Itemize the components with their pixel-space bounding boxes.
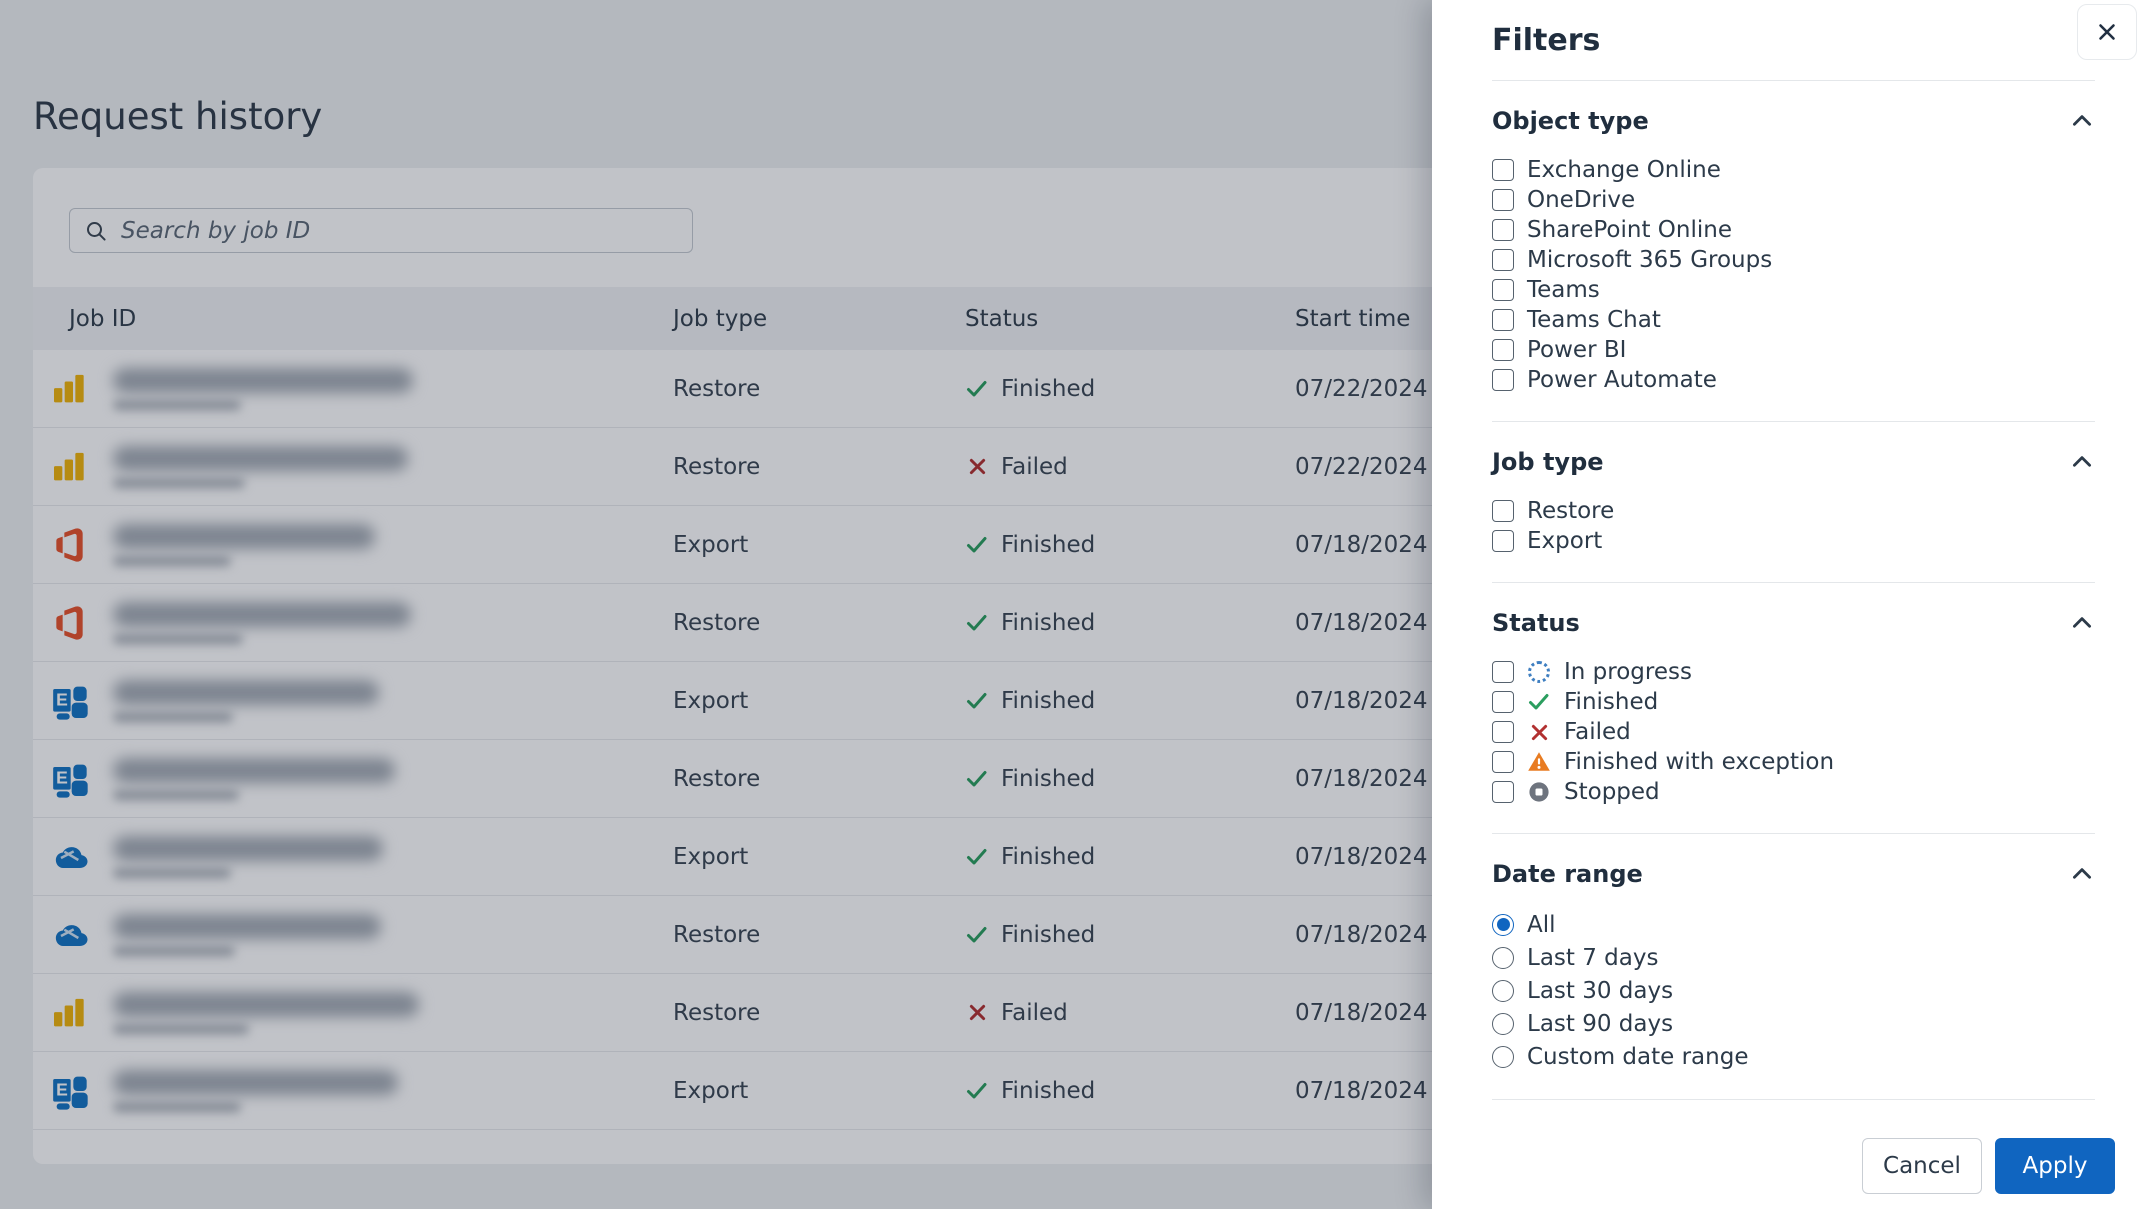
section-title: Object type	[1492, 107, 1649, 135]
option-label: Last 30 days	[1527, 977, 1674, 1004]
section-title: Status	[1492, 609, 1580, 637]
apply-button[interactable]: Apply	[1995, 1138, 2115, 1194]
warning-status-icon	[1527, 750, 1551, 774]
checkbox[interactable]	[1492, 279, 1514, 301]
cancel-button[interactable]: Cancel	[1862, 1138, 1982, 1194]
option-label: Teams Chat	[1527, 307, 1661, 333]
filter-option-in-progress[interactable]: In progress	[1492, 657, 2095, 687]
option-label: Finished with exception	[1564, 749, 1835, 775]
chevron-up-icon[interactable]	[2069, 610, 2095, 636]
filter-option-exchange-online[interactable]: Exchange Online	[1492, 155, 2095, 185]
checkbox[interactable]	[1492, 189, 1514, 211]
filter-option-stopped[interactable]: Stopped	[1492, 777, 2095, 807]
check-status-icon	[1527, 690, 1551, 714]
option-label: Last 7 days	[1527, 944, 1659, 971]
filter-option-last-90-days[interactable]: Last 90 days	[1492, 1007, 2095, 1040]
radio-button[interactable]	[1492, 1012, 1514, 1035]
radio-button[interactable]	[1492, 913, 1514, 936]
checkbox[interactable]	[1492, 530, 1514, 552]
checkbox[interactable]	[1492, 309, 1514, 331]
checkbox[interactable]	[1492, 781, 1514, 803]
option-label: Exchange Online	[1527, 157, 1721, 183]
filter-option-finished-with-exception[interactable]: Finished with exception	[1492, 747, 2095, 777]
filter-option-microsoft-365-groups[interactable]: Microsoft 365 Groups	[1492, 245, 2095, 275]
section-title: Date range	[1492, 860, 1643, 888]
option-label: All	[1527, 911, 1556, 938]
option-label: Failed	[1564, 719, 1631, 745]
filters-panel: Filters Object type Exchange Online OneDri…	[1432, 0, 2142, 1209]
option-label: OneDrive	[1527, 187, 1636, 213]
chevron-up-icon[interactable]	[2069, 449, 2095, 475]
option-label: Microsoft 365 Groups	[1527, 247, 1773, 273]
option-label: Custom date range	[1527, 1043, 1749, 1070]
checkbox[interactable]	[1492, 691, 1514, 713]
checkbox[interactable]	[1492, 339, 1514, 361]
filter-option-power-bi[interactable]: Power BI	[1492, 335, 2095, 365]
filter-section-date-range: Date range All Last 7 days Last 30 days Last…	[1492, 834, 2095, 1100]
filter-option-finished[interactable]: Finished	[1492, 687, 2095, 717]
checkbox[interactable]	[1492, 721, 1514, 743]
radio-button[interactable]	[1492, 946, 1514, 969]
filters-panel-header: Filters	[1492, 0, 2137, 81]
filters-panel-footer: Cancel Apply	[1492, 1138, 2115, 1194]
filter-option-sharepoint-online[interactable]: SharePoint Online	[1492, 215, 2095, 245]
option-label: Power BI	[1527, 337, 1627, 363]
close-icon	[2094, 19, 2120, 45]
checkbox[interactable]	[1492, 751, 1514, 773]
filter-option-teams-chat[interactable]: Teams Chat	[1492, 305, 2095, 335]
filter-option-onedrive[interactable]: OneDrive	[1492, 185, 2095, 215]
chevron-up-icon[interactable]	[2069, 108, 2095, 134]
option-label: In progress	[1564, 659, 1692, 685]
xmark-status-icon	[1527, 720, 1551, 744]
filter-option-last-7-days[interactable]: Last 7 days	[1492, 941, 2095, 974]
filter-section-job-type: Job type Restore Export	[1492, 422, 2095, 583]
option-label: Teams	[1527, 277, 1600, 303]
filter-option-custom-date-range[interactable]: Custom date range	[1492, 1040, 2095, 1073]
option-label: Finished	[1564, 689, 1659, 715]
filter-option-all[interactable]: All	[1492, 908, 2095, 941]
checkbox[interactable]	[1492, 661, 1514, 683]
filter-option-teams[interactable]: Teams	[1492, 275, 2095, 305]
close-button[interactable]	[2077, 4, 2137, 60]
filter-section-object-type: Object type Exchange Online OneDrive ShareP…	[1492, 81, 2095, 422]
radio-button[interactable]	[1492, 1045, 1514, 1068]
radio-button[interactable]	[1492, 979, 1514, 1002]
option-label: Stopped	[1564, 779, 1660, 805]
filter-option-failed[interactable]: Failed	[1492, 717, 2095, 747]
filter-option-export[interactable]: Export	[1492, 526, 2095, 556]
checkbox[interactable]	[1492, 219, 1514, 241]
checkbox[interactable]	[1492, 249, 1514, 271]
option-label: SharePoint Online	[1527, 217, 1732, 243]
option-label: Export	[1527, 528, 1603, 554]
option-label: Restore	[1527, 498, 1615, 524]
checkbox[interactable]	[1492, 159, 1514, 181]
spinner-status-icon	[1527, 660, 1551, 684]
filter-section-status: Status In progress Finished Failed Finished …	[1492, 583, 2095, 834]
checkbox[interactable]	[1492, 500, 1514, 522]
stopped-status-icon	[1527, 780, 1551, 804]
option-label: Last 90 days	[1527, 1010, 1674, 1037]
filter-option-restore[interactable]: Restore	[1492, 496, 2095, 526]
filters-title: Filters	[1492, 22, 1601, 58]
chevron-up-icon[interactable]	[2069, 861, 2095, 887]
filter-option-last-30-days[interactable]: Last 30 days	[1492, 974, 2095, 1007]
option-label: Power Automate	[1527, 367, 1717, 393]
section-title: Job type	[1492, 448, 1604, 476]
filter-option-power-automate[interactable]: Power Automate	[1492, 365, 2095, 395]
checkbox[interactable]	[1492, 369, 1514, 391]
